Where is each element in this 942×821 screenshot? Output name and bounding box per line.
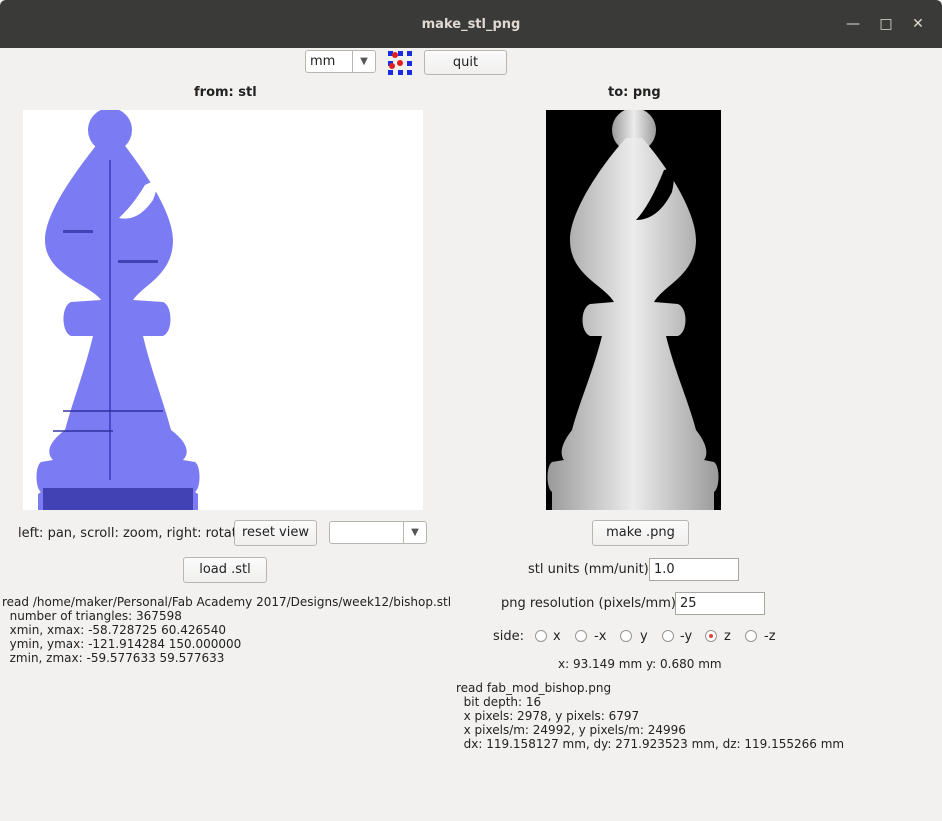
side-radio-label: -x xyxy=(594,629,607,644)
viewer-hint: left: pan, scroll: zoom, right: rotate xyxy=(18,526,245,541)
close-icon[interactable]: ✕ xyxy=(908,14,928,34)
png-info-line: bit depth: 16 xyxy=(456,695,542,709)
stl-info-line: xmin, xmax: -58.728725 60.426540 xyxy=(2,623,227,637)
stl-viewer[interactable] xyxy=(23,110,423,510)
png-info-text: read fab_mod_bishop.png bit depth: 16 x … xyxy=(456,681,844,751)
fab-logo-icon xyxy=(388,51,412,75)
window-title: make_stl_png xyxy=(421,17,521,32)
stl-info-line: number of triangles: 367598 xyxy=(2,609,182,623)
side-radio-y[interactable] xyxy=(620,630,632,642)
stl-units-label: stl units (mm/unit): xyxy=(528,562,654,577)
png-info-line: dx: 119.158127 mm, dy: 271.923523 mm, dz… xyxy=(456,737,845,751)
png-resolution-label: png resolution (pixels/mm): xyxy=(501,596,681,611)
chevron-down-icon: ▼ xyxy=(352,51,375,72)
chevron-down-icon: ▼ xyxy=(403,522,426,543)
stl-info-line: ymin, ymax: -121.914284 150.000000 xyxy=(2,637,242,651)
main-content: mm ▼ quit from: stl left: pan, scroll: z… xyxy=(0,48,942,821)
cursor-coords: x: 93.149 mm y: 0.680 mm xyxy=(558,657,722,671)
png-info-line: read fab_mod_bishop.png xyxy=(456,681,612,695)
side-radio-z[interactable] xyxy=(705,630,717,642)
stl-info-line: zmin, zmax: -59.577633 59.577633 xyxy=(2,651,225,665)
load-stl-button[interactable]: load .stl xyxy=(183,557,267,583)
units-select-value: mm xyxy=(310,54,336,69)
side-radio-label: -z xyxy=(764,629,776,644)
png-info-line: x pixels: 2978, y pixels: 6797 xyxy=(456,709,640,723)
side-radio-x[interactable] xyxy=(535,630,547,642)
quit-button[interactable]: quit xyxy=(424,50,507,75)
side-radio-neg-z[interactable] xyxy=(745,630,757,642)
units-select[interactable]: mm ▼ xyxy=(305,50,376,73)
make-png-button[interactable]: make .png xyxy=(592,520,689,546)
stl-info-line: read /home/maker/Personal/Fab Academy 20… xyxy=(2,595,452,609)
view-select[interactable]: ▼ xyxy=(329,521,427,544)
side-radio-label: x xyxy=(553,629,561,644)
png-resolution-input[interactable]: 25 xyxy=(675,592,765,615)
stl-info-text: read /home/maker/Personal/Fab Academy 20… xyxy=(2,595,451,665)
png-info-line: x pixels/m: 24992, y pixels/m: 24996 xyxy=(456,723,686,737)
side-radio-label: y xyxy=(640,629,648,644)
stl-units-input[interactable]: 1.0 xyxy=(649,558,739,581)
app-window: make_stl_png — □ ✕ mm ▼ quit from: stl l… xyxy=(0,0,942,821)
minimize-icon[interactable]: — xyxy=(843,14,863,34)
from-heading: from: stl xyxy=(194,85,257,100)
png-preview xyxy=(546,110,721,510)
title-bar[interactable]: make_stl_png — □ ✕ xyxy=(0,0,942,48)
side-radio-neg-x[interactable] xyxy=(575,630,587,642)
side-radio-neg-y[interactable] xyxy=(662,630,674,642)
side-radio-label: -y xyxy=(680,629,693,644)
maximize-icon[interactable]: □ xyxy=(876,14,896,34)
to-heading: to: png xyxy=(608,85,661,100)
side-label: side: xyxy=(493,629,525,644)
reset-view-button[interactable]: reset view xyxy=(234,520,317,546)
side-radio-label: z xyxy=(724,629,731,644)
